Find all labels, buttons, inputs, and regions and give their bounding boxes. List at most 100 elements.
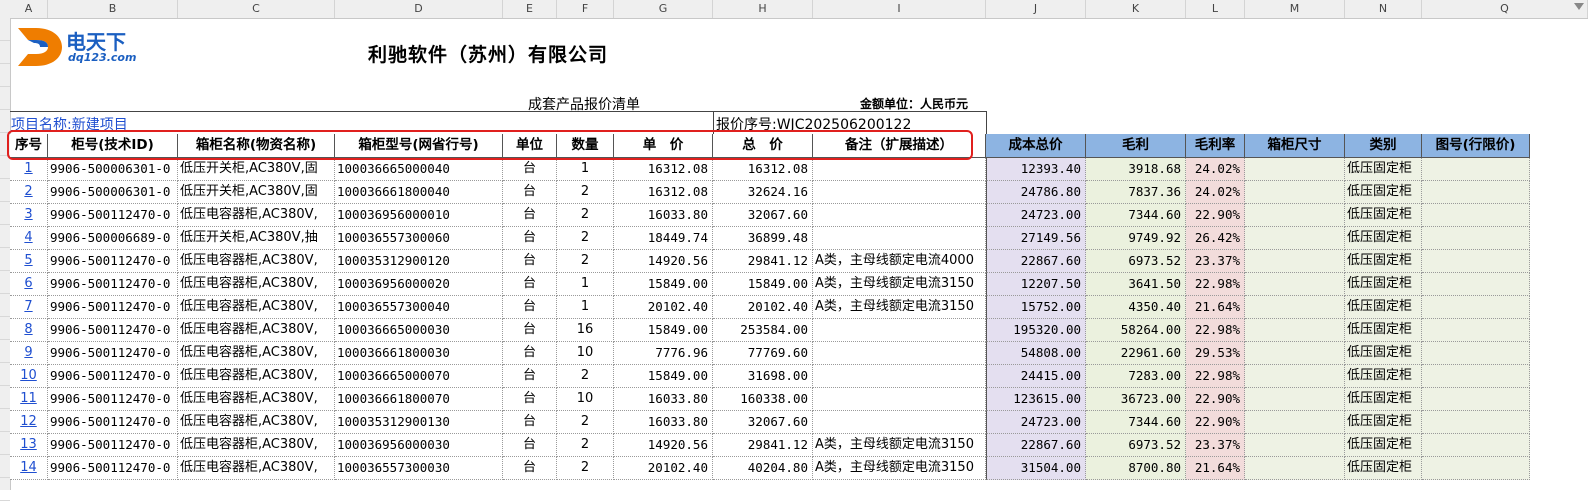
- qty-cell[interactable]: 2: [557, 204, 614, 227]
- cabinet-name-cell[interactable]: 低压电容器柜,AC380V,: [178, 411, 335, 434]
- row-number-cell[interactable]: [0, 110, 10, 133]
- row-seq-link[interactable]: 5: [10, 250, 48, 273]
- margin-cell[interactable]: 23.37%: [1186, 250, 1245, 273]
- drawing-no-cell[interactable]: [1422, 365, 1530, 388]
- qty-cell[interactable]: 16: [557, 319, 614, 342]
- drawing-no-cell[interactable]: [1422, 273, 1530, 296]
- cost-total-cell[interactable]: 31504.00: [986, 457, 1086, 480]
- row-number-cell[interactable]: [0, 455, 10, 478]
- row-number-cell[interactable]: [0, 432, 10, 455]
- drawing-no-cell[interactable]: [1422, 319, 1530, 342]
- remark-cell[interactable]: A类，主母线额定电流3150: [813, 434, 986, 457]
- cabinet-id-cell[interactable]: 9906-500006301-0: [48, 181, 178, 204]
- cabinet-model-cell[interactable]: 100036661800070: [335, 388, 503, 411]
- column-letter-k[interactable]: K: [1086, 0, 1186, 18]
- row-number-cell[interactable]: [0, 133, 10, 156]
- size-cell[interactable]: [1245, 319, 1345, 342]
- margin-cell[interactable]: 22.90%: [1186, 411, 1245, 434]
- cabinet-name-cell[interactable]: 低压电容器柜,AC380V,: [178, 434, 335, 457]
- category-cell[interactable]: 低压固定柜: [1345, 273, 1422, 296]
- qty-cell[interactable]: 1: [557, 273, 614, 296]
- remark-cell[interactable]: [813, 319, 986, 342]
- margin-cell[interactable]: 22.98%: [1186, 319, 1245, 342]
- cabinet-id-cell[interactable]: 9906-500112470-0: [48, 457, 178, 480]
- cabinet-id-cell[interactable]: 9906-500006689-0: [48, 227, 178, 250]
- qty-cell[interactable]: 1: [557, 158, 614, 181]
- row-number-cell[interactable]: [0, 294, 10, 317]
- category-cell[interactable]: 低压固定柜: [1345, 342, 1422, 365]
- total-price-cell[interactable]: 32624.16: [713, 181, 813, 204]
- size-cell[interactable]: [1245, 158, 1345, 181]
- column-header-11[interactable]: 毛利率: [1186, 134, 1245, 158]
- column-letter-g[interactable]: G: [614, 0, 713, 18]
- qty-cell[interactable]: 10: [557, 342, 614, 365]
- row-number-cell[interactable]: [0, 202, 10, 225]
- cabinet-name-cell[interactable]: 低压开关柜,AC380V,固: [178, 158, 335, 181]
- unit-cell[interactable]: 台: [503, 434, 557, 457]
- row-number-cell[interactable]: [0, 317, 10, 340]
- column-header-12[interactable]: 箱柜尺寸: [1245, 134, 1345, 158]
- cabinet-model-cell[interactable]: 100036557300040: [335, 296, 503, 319]
- drawing-no-cell[interactable]: [1422, 411, 1530, 434]
- cabinet-name-cell[interactable]: 低压电容器柜,AC380V,: [178, 250, 335, 273]
- cabinet-model-cell[interactable]: 100035312900130: [335, 411, 503, 434]
- column-letter-n[interactable]: N: [1345, 0, 1422, 18]
- row-number-cell[interactable]: [0, 340, 10, 363]
- gross-profit-cell[interactable]: 58264.00: [1086, 319, 1186, 342]
- column-header-14[interactable]: 图号(行限价): [1422, 134, 1530, 158]
- remark-cell[interactable]: [813, 342, 986, 365]
- column-letter-d[interactable]: D: [335, 0, 503, 18]
- unit-cell[interactable]: 台: [503, 411, 557, 434]
- unit-cell[interactable]: 台: [503, 250, 557, 273]
- category-cell[interactable]: 低压固定柜: [1345, 388, 1422, 411]
- row-number-cell[interactable]: [0, 386, 10, 409]
- gross-profit-cell[interactable]: 3641.50: [1086, 273, 1186, 296]
- row-seq-link[interactable]: 6: [10, 273, 48, 296]
- remark-cell[interactable]: A类，主母线额定电流3150: [813, 457, 986, 480]
- row-number-cell[interactable]: [0, 179, 10, 202]
- unit-cell[interactable]: 台: [503, 457, 557, 480]
- column-letter-j[interactable]: J: [986, 0, 1086, 18]
- cabinet-id-cell[interactable]: 9906-500112470-0: [48, 411, 178, 434]
- row-seq-link[interactable]: 3: [10, 204, 48, 227]
- gross-profit-cell[interactable]: 22961.60: [1086, 342, 1186, 365]
- cabinet-name-cell[interactable]: 低压电容器柜,AC380V,: [178, 296, 335, 319]
- cost-total-cell[interactable]: 24723.00: [986, 411, 1086, 434]
- total-price-cell[interactable]: 32067.60: [713, 411, 813, 434]
- unit-price-cell[interactable]: 16312.08: [614, 158, 713, 181]
- size-cell[interactable]: [1245, 204, 1345, 227]
- cost-total-cell[interactable]: 195320.00: [986, 319, 1086, 342]
- column-letter-e[interactable]: E: [503, 0, 557, 18]
- margin-cell[interactable]: 24.02%: [1186, 181, 1245, 204]
- cabinet-id-cell[interactable]: 9906-500112470-0: [48, 296, 178, 319]
- margin-cell[interactable]: 21.64%: [1186, 296, 1245, 319]
- cost-total-cell[interactable]: 24415.00: [986, 365, 1086, 388]
- row-number-cell[interactable]: [0, 64, 10, 87]
- unit-cell[interactable]: 台: [503, 181, 557, 204]
- cost-total-cell[interactable]: 22867.60: [986, 434, 1086, 457]
- category-cell[interactable]: 低压固定柜: [1345, 411, 1422, 434]
- total-price-cell[interactable]: 160338.00: [713, 388, 813, 411]
- cost-total-cell[interactable]: 12393.40: [986, 158, 1086, 181]
- column-letter-a[interactable]: A: [10, 0, 48, 18]
- remark-cell[interactable]: [813, 365, 986, 388]
- column-letter-h[interactable]: H: [713, 0, 813, 18]
- unit-price-cell[interactable]: 16033.80: [614, 411, 713, 434]
- gross-profit-cell[interactable]: 36723.00: [1086, 388, 1186, 411]
- column-letter-q[interactable]: Q: [1422, 0, 1588, 18]
- row-number-cell[interactable]: [0, 271, 10, 294]
- row-seq-link[interactable]: 7: [10, 296, 48, 319]
- drawing-no-cell[interactable]: [1422, 204, 1530, 227]
- unit-cell[interactable]: 台: [503, 273, 557, 296]
- column-header-7[interactable]: 总 价: [713, 134, 813, 158]
- drawing-no-cell[interactable]: [1422, 181, 1530, 204]
- cabinet-model-cell[interactable]: 100036661800030: [335, 342, 503, 365]
- cabinet-model-cell[interactable]: 100036557300060: [335, 227, 503, 250]
- cost-total-cell[interactable]: 24786.80: [986, 181, 1086, 204]
- unit-cell[interactable]: 台: [503, 158, 557, 181]
- remark-cell[interactable]: [813, 204, 986, 227]
- column-header-0[interactable]: 序号: [10, 134, 48, 158]
- total-price-cell[interactable]: 29841.12: [713, 250, 813, 273]
- row-number-cell[interactable]: [0, 225, 10, 248]
- row-number-cell[interactable]: [0, 409, 10, 432]
